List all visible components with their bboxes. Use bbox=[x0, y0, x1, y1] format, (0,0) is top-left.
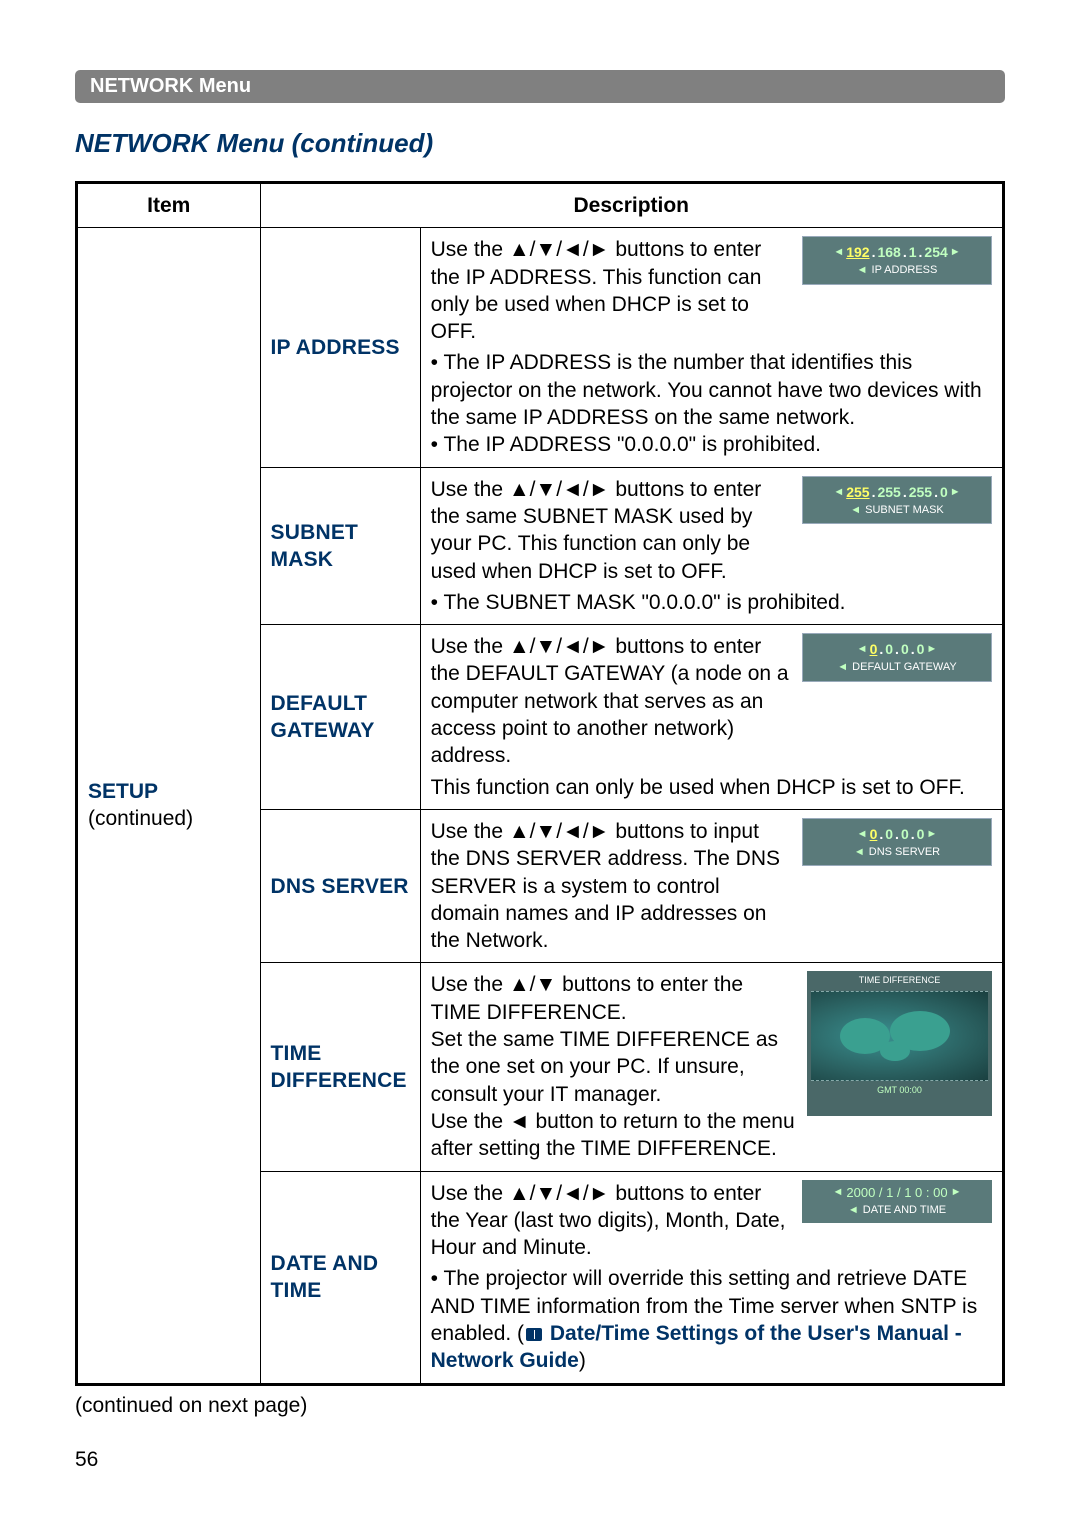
item-sub: (continued) bbox=[88, 807, 193, 830]
sub-date-time: DATE AND TIME bbox=[260, 1171, 420, 1384]
desc-text: Use the ▲/▼/◄/► buttons to input the DNS… bbox=[431, 818, 792, 954]
network-menu-table: Item Description SETUP (continued) IP AD… bbox=[75, 181, 1005, 1386]
right-arrow-icon: ► bbox=[950, 485, 961, 499]
left-arrow-icon: ◄ bbox=[833, 245, 844, 259]
osd-dns: ◄ 0. 0. 0. 0 ► ◄ DNS SERVER bbox=[802, 818, 992, 866]
desc-text: Use the ▲/▼ buttons to enter the TIME DI… bbox=[431, 971, 797, 1162]
desc-text: Use the ▲/▼/◄/► buttons to enter the Yea… bbox=[431, 1180, 792, 1262]
sub-ip-address: IP ADDRESS bbox=[260, 228, 420, 467]
left-arrow-icon: ◄ bbox=[857, 642, 868, 656]
right-arrow-icon: ► bbox=[951, 1185, 962, 1202]
sub-subnet: SUBNET MASK bbox=[260, 467, 420, 624]
right-arrow-icon: ► bbox=[926, 642, 937, 656]
left-arrow-icon: ◄ bbox=[833, 485, 844, 499]
desc-note: This function can only be used when DHCP… bbox=[431, 774, 992, 801]
desc-note: • The IP ADDRESS is the number that iden… bbox=[431, 349, 992, 458]
left-arrow-icon: ◄ bbox=[837, 660, 848, 674]
desc-note: • The projector will override this setti… bbox=[431, 1265, 992, 1374]
desc-date-time: Use the ▲/▼/◄/► buttons to enter the Yea… bbox=[420, 1171, 1003, 1384]
osd-gateway: ◄ 0. 0. 0. 0 ► ◄ DEFAULT GATEWAY bbox=[802, 633, 992, 681]
left-arrow-icon: ◄ bbox=[850, 503, 861, 517]
desc-text: Use the ▲/▼/◄/► buttons to enter the sam… bbox=[431, 476, 792, 585]
continued-note: (continued on next page) bbox=[75, 1394, 1005, 1418]
sub-gateway: DEFAULT GATEWAY bbox=[260, 625, 420, 810]
desc-gateway: Use the ▲/▼/◄/► buttons to enter the DEF… bbox=[420, 625, 1003, 810]
item-label: SETUP bbox=[88, 780, 158, 803]
sub-dns: DNS SERVER bbox=[260, 809, 420, 962]
osd-time-diff: TIME DIFFERENCE GMT 00:00 bbox=[807, 971, 992, 1116]
osd-subnet: ◄ 255. 255. 255. 0 ► ◄ SUBNET MASK bbox=[802, 476, 992, 524]
section-title: NETWORK Menu (continued) bbox=[75, 128, 1005, 159]
desc-text: Use the ▲/▼/◄/► buttons to enter the DEF… bbox=[431, 633, 792, 769]
col-header-desc: Description bbox=[260, 183, 1003, 228]
desc-text: Use the ▲/▼/◄/► buttons to enter the IP … bbox=[431, 236, 792, 345]
sub-time-diff: TIME DIFFERENCE bbox=[260, 963, 420, 1171]
right-arrow-icon: ► bbox=[950, 245, 961, 259]
item-setup: SETUP (continued) bbox=[77, 228, 261, 1384]
left-arrow-icon: ◄ bbox=[848, 1203, 859, 1217]
col-header-item: Item bbox=[77, 183, 261, 228]
header-bar: NETWORK Menu bbox=[75, 70, 1005, 103]
desc-time-diff: Use the ▲/▼ buttons to enter the TIME DI… bbox=[420, 963, 1003, 1171]
left-arrow-icon: ◄ bbox=[857, 827, 868, 841]
header-bar-text: NETWORK Menu bbox=[90, 75, 251, 97]
desc-note: • The SUBNET MASK "0.0.0.0" is prohibite… bbox=[431, 589, 992, 616]
table-row: SETUP (continued) IP ADDRESS Use the ▲/▼… bbox=[77, 228, 1004, 467]
desc-dns: Use the ▲/▼/◄/► buttons to input the DNS… bbox=[420, 809, 1003, 962]
osd-date-time: ◄ 2000 / 1 / 1 0 : 00 ► ◄ DATE AND TIME bbox=[802, 1180, 992, 1223]
world-map-icon bbox=[811, 991, 988, 1081]
osd-ip-address: ◄ 192. 168. 1. 254 ► ◄ IP ADDRESS bbox=[802, 236, 992, 284]
left-arrow-icon: ◄ bbox=[857, 263, 868, 277]
desc-ip-address: Use the ▲/▼/◄/► buttons to enter the IP … bbox=[420, 228, 1003, 467]
page-number: 56 bbox=[75, 1448, 98, 1472]
left-arrow-icon: ◄ bbox=[854, 845, 865, 859]
right-arrow-icon: ► bbox=[926, 827, 937, 841]
desc-subnet: Use the ▲/▼/◄/► buttons to enter the sam… bbox=[420, 467, 1003, 624]
left-arrow-icon: ◄ bbox=[833, 1185, 844, 1202]
book-icon bbox=[526, 1328, 542, 1341]
